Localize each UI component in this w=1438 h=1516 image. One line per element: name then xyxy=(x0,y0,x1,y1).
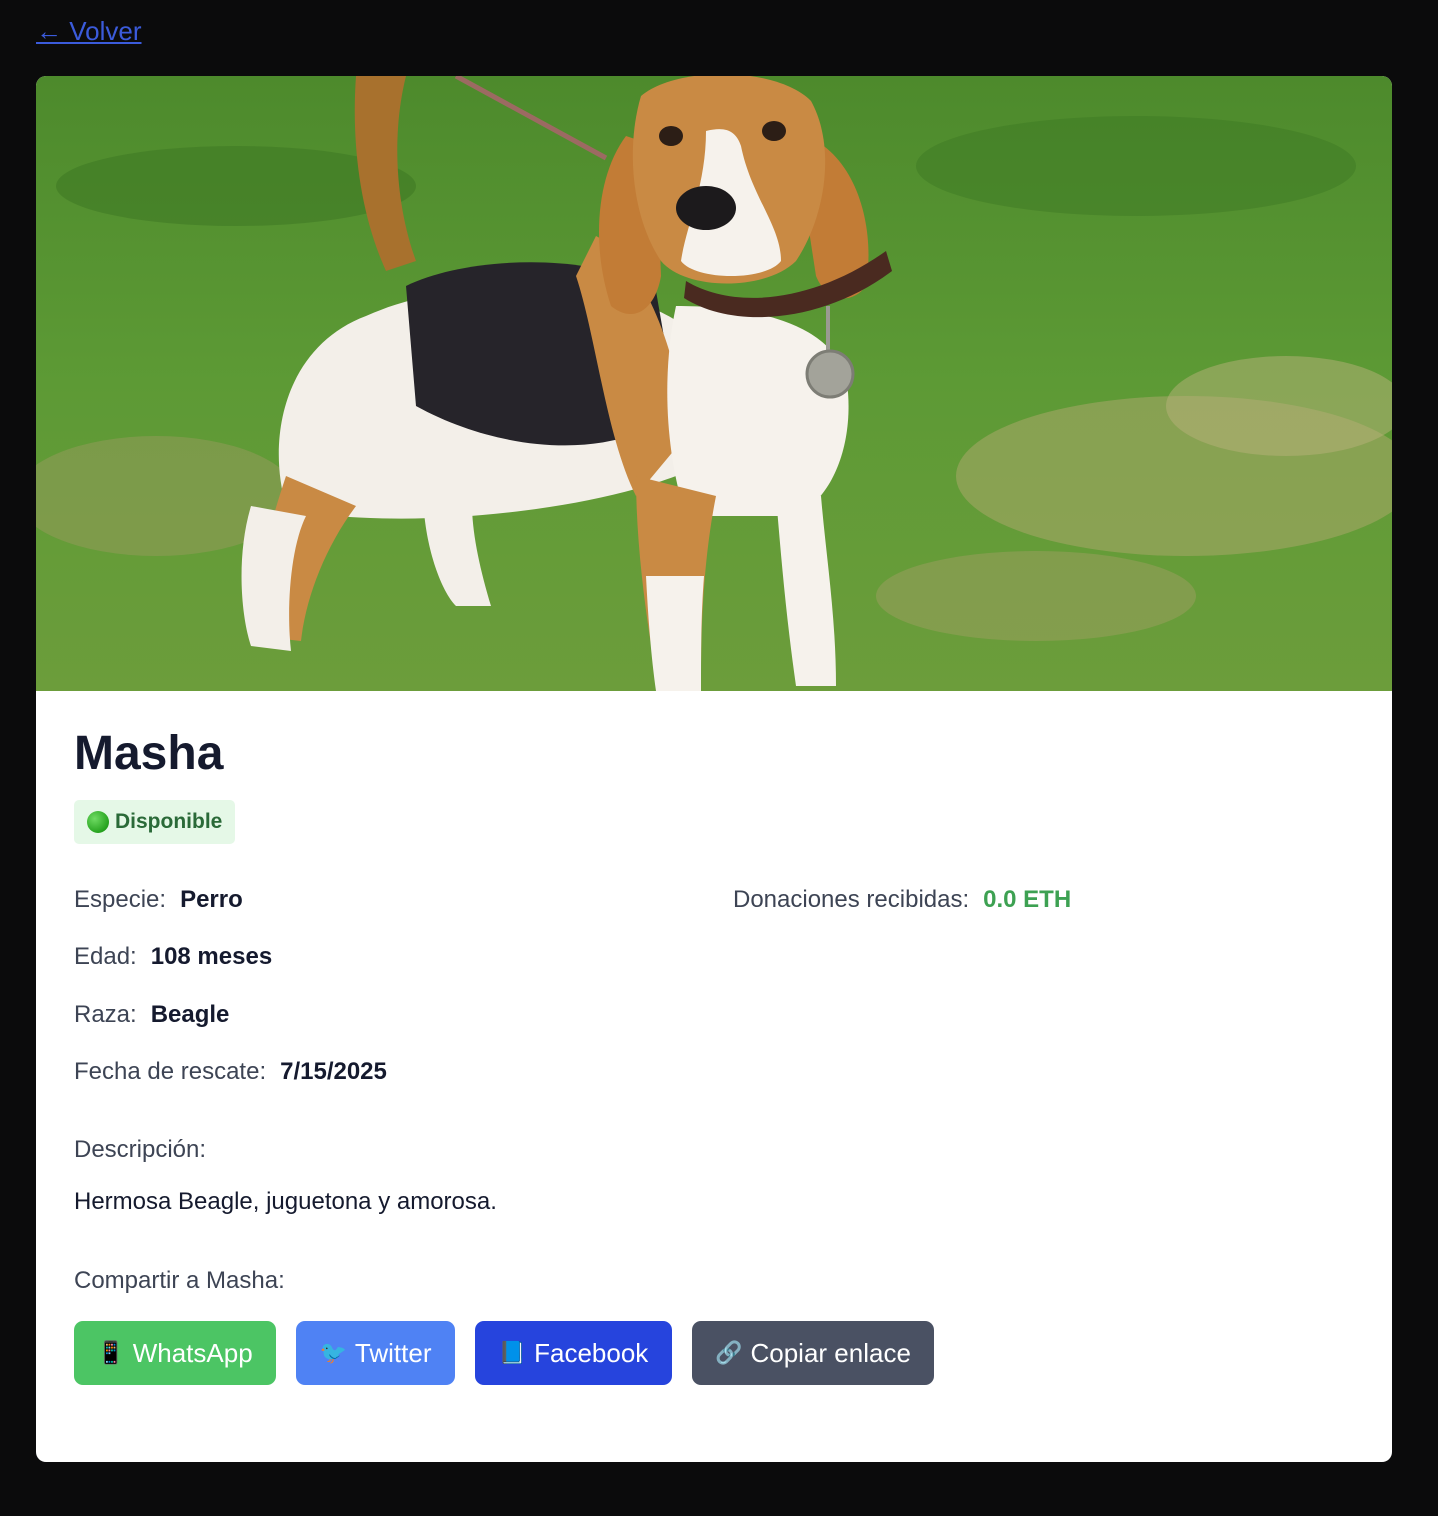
breed-value: Beagle xyxy=(150,1001,230,1028)
age-value: 108 meses xyxy=(150,943,273,970)
rescue-date-row: Fecha de rescate: 7/15/2025 xyxy=(74,1058,387,1086)
rescue-date-value: 7/15/2025 xyxy=(280,1058,387,1085)
phone-icon: 📱 xyxy=(97,1340,125,1366)
pet-name: Masha xyxy=(74,727,224,780)
species-label: Especie: xyxy=(74,886,167,913)
copy-link-button[interactable]: 🔗 Copiar enlace xyxy=(692,1321,934,1385)
link-icon: 🔗 xyxy=(715,1340,743,1366)
facebook-label: Facebook xyxy=(534,1337,649,1368)
age-row: Edad: 108 meses xyxy=(74,943,272,971)
copy-link-label: Copiar enlace xyxy=(750,1337,911,1368)
twitter-label: Twitter xyxy=(354,1337,432,1368)
breed-label: Raza: xyxy=(74,1001,137,1028)
green-circle-icon xyxy=(87,811,109,833)
status-label: Disponible xyxy=(115,810,223,833)
bird-icon: 🐦 xyxy=(319,1340,347,1366)
breed-row: Raza: Beagle xyxy=(74,1001,229,1029)
species-value: Perro xyxy=(180,886,243,913)
pet-detail-card: Masha Disponible Especie: Perro Edad: 108 … xyxy=(36,76,1392,1462)
facebook-button[interactable]: 📘 Facebook xyxy=(475,1321,672,1385)
donations-label: Donaciones recibidas: xyxy=(733,886,970,913)
species-row: Especie: Perro xyxy=(74,886,243,914)
twitter-button[interactable]: 🐦 Twitter xyxy=(296,1321,455,1385)
status-badge: Disponible xyxy=(74,800,236,844)
age-label: Edad: xyxy=(74,943,137,970)
share-label: Compartir a Masha: xyxy=(74,1267,285,1294)
donations-row: Donaciones recibidas: 0.0 ETH xyxy=(733,886,1071,914)
book-icon: 📘 xyxy=(498,1340,527,1366)
rescue-date-label: Fecha de rescate: xyxy=(74,1058,267,1085)
description-label: Descripción: xyxy=(74,1136,207,1163)
pet-photo xyxy=(36,76,1392,691)
whatsapp-label: WhatsApp xyxy=(132,1337,253,1368)
back-link[interactable]: ← Volver xyxy=(36,16,142,47)
description-text: Hermosa Beagle, juguetona y amorosa. xyxy=(74,1188,497,1215)
share-buttons: 📱 WhatsApp 🐦 Twitter 📘 Facebook 🔗 Copiar… xyxy=(74,1321,934,1385)
whatsapp-button[interactable]: 📱 WhatsApp xyxy=(74,1321,276,1385)
donations-value: 0.0 ETH xyxy=(983,886,1072,913)
